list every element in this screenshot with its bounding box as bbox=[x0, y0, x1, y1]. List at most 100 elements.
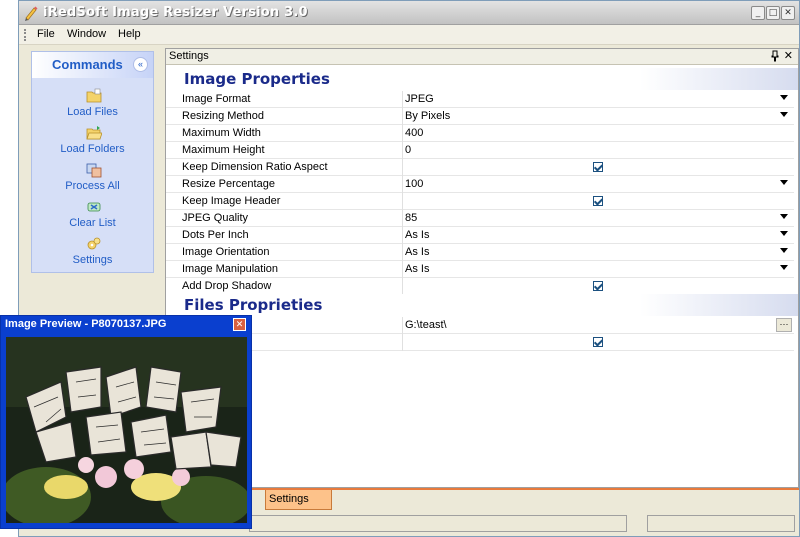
property-name: Resizing Method bbox=[182, 110, 264, 122]
collapse-chevron-icon[interactable]: « bbox=[133, 57, 148, 72]
property-name: Resize Percentage bbox=[182, 178, 275, 190]
folder-icon bbox=[86, 88, 102, 104]
maximize-button[interactable]: □ bbox=[766, 6, 780, 20]
property-name: Image Manipulation bbox=[182, 263, 279, 275]
property-value[interactable]: As Is bbox=[405, 229, 429, 241]
dropdown-arrow-icon[interactable] bbox=[780, 180, 788, 185]
dropdown-arrow-icon[interactable] bbox=[780, 248, 788, 253]
property-divider bbox=[402, 210, 403, 227]
property-row[interactable]: Maximum Height 0 bbox=[166, 142, 794, 159]
butterfly-photo bbox=[6, 337, 247, 523]
property-row[interactable]: Dots Per Inch As Is bbox=[166, 227, 794, 244]
title-bar[interactable]: iRedSoft Image Resizer Version 3.0 _ □ ✕ bbox=[19, 1, 799, 25]
status-pane-secondary bbox=[647, 515, 795, 532]
process-all-button[interactable]: Process All bbox=[32, 162, 153, 198]
clear-list-button[interactable]: Clear List bbox=[32, 199, 153, 235]
property-row[interactable]: Image Orientation As Is bbox=[166, 244, 794, 261]
property-divider bbox=[402, 278, 403, 295]
property-row[interactable]: Image Manipulation As Is bbox=[166, 261, 794, 278]
preview-close-icon[interactable]: ✕ bbox=[233, 318, 246, 331]
process-all-label: Process All bbox=[65, 180, 120, 192]
menu-bar: File Window Help bbox=[19, 25, 799, 45]
property-divider bbox=[402, 261, 403, 278]
load-files-button[interactable]: Load Files bbox=[32, 88, 153, 124]
section-title: Image Properties bbox=[184, 70, 330, 88]
dropdown-arrow-icon[interactable] bbox=[780, 214, 788, 219]
preview-title: Image Preview - P8070137.JPG bbox=[5, 318, 167, 330]
dropdown-arrow-icon[interactable] bbox=[780, 231, 788, 236]
property-name: Keep Dimension Ratio Aspect bbox=[182, 161, 328, 173]
property-checkbox[interactable] bbox=[593, 281, 603, 291]
close-icon[interactable]: ✕ bbox=[784, 49, 793, 62]
dropdown-arrow-icon[interactable] bbox=[780, 95, 788, 100]
property-divider bbox=[402, 125, 403, 142]
property-name: Image Format bbox=[182, 93, 251, 105]
property-checkbox[interactable] bbox=[593, 162, 603, 172]
property-value[interactable]: 0 bbox=[405, 144, 411, 156]
property-row[interactable]: tory Structure bbox=[166, 334, 794, 351]
property-value[interactable]: G:\teast\ bbox=[405, 319, 447, 331]
menu-grip-icon[interactable] bbox=[24, 29, 27, 41]
pin-icon[interactable] bbox=[770, 50, 780, 65]
load-folders-button[interactable]: Load Folders bbox=[32, 125, 153, 161]
property-row[interactable]: Keep Image Header bbox=[166, 193, 794, 210]
property-row[interactable]: y/FolderG:\teast\··· bbox=[166, 317, 794, 334]
menu-help[interactable]: Help bbox=[118, 28, 141, 40]
settings-panel-title: Settings bbox=[169, 50, 209, 62]
property-name: Keep Image Header bbox=[182, 195, 281, 207]
menu-file[interactable]: File bbox=[37, 28, 55, 40]
property-checkbox[interactable] bbox=[593, 196, 603, 206]
property-value[interactable]: 100 bbox=[405, 178, 423, 190]
dropdown-arrow-icon[interactable] bbox=[780, 265, 788, 270]
commands-title: Commands bbox=[52, 57, 123, 72]
close-button[interactable]: ✕ bbox=[781, 6, 795, 20]
status-pane-main bbox=[249, 515, 627, 532]
property-divider bbox=[402, 244, 403, 261]
clear-icon bbox=[86, 199, 102, 215]
property-name: Add Drop Shadow bbox=[182, 280, 272, 292]
property-value[interactable]: JPEG bbox=[405, 93, 434, 105]
load-files-label: Load Files bbox=[67, 106, 118, 118]
image-properties-section: Image Properties bbox=[166, 68, 798, 90]
property-value[interactable]: By Pixels bbox=[405, 110, 450, 122]
property-name: Image Orientation bbox=[182, 246, 270, 258]
pencil-app-icon bbox=[23, 5, 39, 21]
settings-icon bbox=[86, 236, 102, 252]
property-value[interactable]: As Is bbox=[405, 246, 429, 258]
tab-settings[interactable]: Settings bbox=[265, 490, 332, 510]
property-row[interactable]: Resizing Method By Pixels bbox=[166, 108, 794, 125]
property-value[interactable]: 85 bbox=[405, 212, 417, 224]
dropdown-arrow-icon[interactable] bbox=[780, 112, 788, 117]
preview-image bbox=[6, 337, 247, 523]
minimize-button[interactable]: _ bbox=[751, 6, 765, 20]
property-row[interactable]: JPEG Quality 85 bbox=[166, 210, 794, 227]
clear-list-label: Clear List bbox=[69, 217, 116, 229]
property-value[interactable]: As Is bbox=[405, 263, 429, 275]
property-row[interactable]: Image Format JPEG bbox=[166, 91, 794, 108]
property-value[interactable]: 400 bbox=[405, 127, 423, 139]
property-divider bbox=[402, 193, 403, 210]
property-row[interactable]: Keep Dimension Ratio Aspect bbox=[166, 159, 794, 176]
section-title: Files Proprieties bbox=[184, 296, 323, 314]
property-name: Maximum Height bbox=[182, 144, 265, 156]
commands-header: Commands « bbox=[32, 52, 153, 78]
menu-window[interactable]: Window bbox=[67, 28, 106, 40]
settings-button[interactable]: Settings bbox=[32, 236, 153, 272]
property-name: Maximum Width bbox=[182, 127, 261, 139]
tab-strip: Settings bbox=[165, 488, 799, 510]
settings-label: Settings bbox=[72, 254, 113, 266]
property-name: JPEG Quality bbox=[182, 212, 249, 224]
load-folders-label: Load Folders bbox=[60, 143, 125, 155]
commands-panel: Commands « Load Files Load Folders Proce… bbox=[31, 51, 154, 273]
property-checkbox[interactable] bbox=[593, 337, 603, 347]
image-preview-window[interactable]: Image Preview - P8070137.JPG ✕ bbox=[0, 315, 252, 529]
property-row[interactable]: Resize Percentage 100 bbox=[166, 176, 794, 193]
property-row[interactable]: Maximum Width 400 bbox=[166, 125, 794, 142]
property-divider bbox=[402, 159, 403, 176]
property-divider bbox=[402, 142, 403, 159]
open-folder-icon bbox=[86, 125, 103, 141]
property-divider bbox=[402, 317, 403, 334]
browse-button[interactable]: ··· bbox=[776, 318, 792, 332]
property-row[interactable]: Add Drop Shadow bbox=[166, 278, 794, 295]
property-divider bbox=[402, 176, 403, 193]
